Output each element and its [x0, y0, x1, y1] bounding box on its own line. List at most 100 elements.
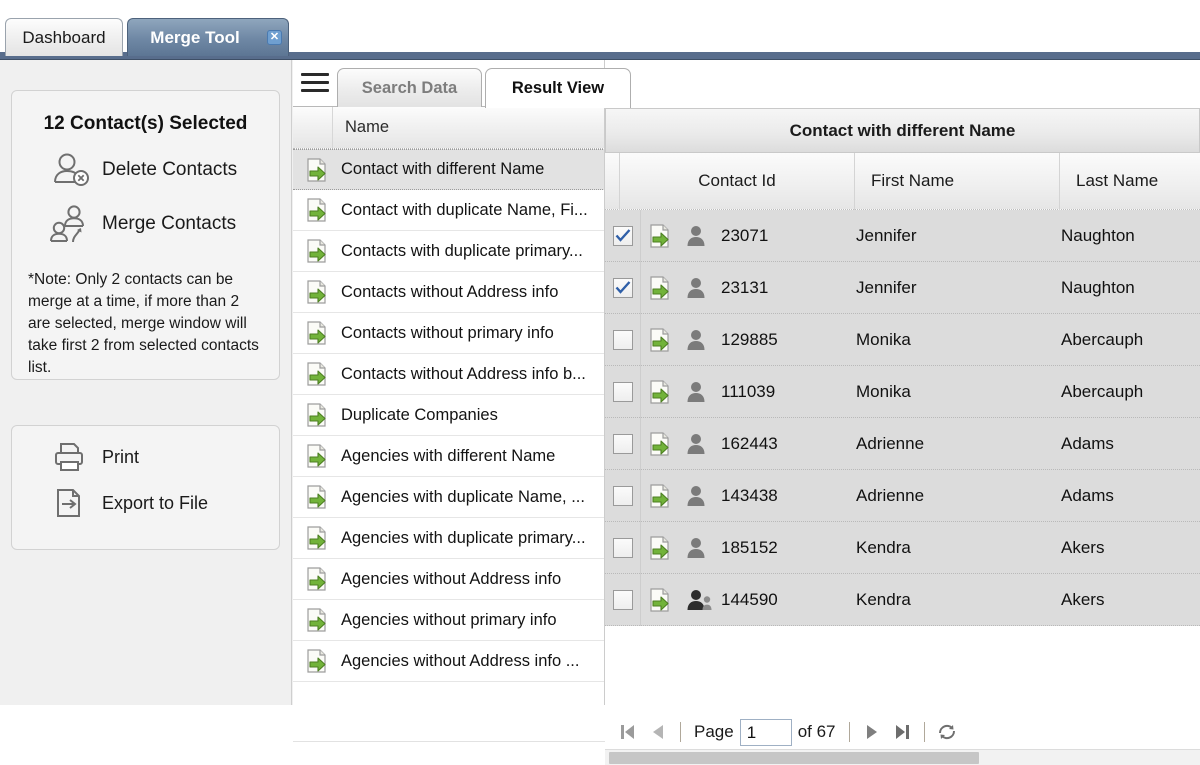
result-header-first-name[interactable]: First Name [855, 153, 1060, 210]
search-category-list[interactable]: Contact with different NameContact with … [293, 149, 605, 705]
result-header-checkbox-column [605, 153, 620, 210]
pager-divider-2 [849, 722, 850, 742]
row-document-arrow-icon[interactable] [641, 366, 679, 418]
list-item[interactable]: Contacts without Address info b... [293, 354, 605, 395]
result-header-last-name[interactable]: Last Name [1060, 153, 1200, 210]
row-checkbox-cell[interactable] [605, 210, 641, 262]
row-document-arrow-icon[interactable] [641, 418, 679, 470]
person-icon [679, 262, 719, 314]
cell-last-name: Abercauph [1045, 366, 1200, 418]
list-item[interactable]: Contact with different Name [293, 149, 605, 190]
row-document-arrow-icon[interactable] [641, 522, 679, 574]
row-checkbox-cell[interactable] [605, 522, 641, 574]
cell-last-name: Adams [1045, 418, 1200, 470]
person-icon [679, 314, 719, 366]
row-checkbox[interactable] [613, 382, 633, 402]
list-item[interactable]: Agencies with different Name [293, 436, 605, 477]
table-row[interactable]: 185152KendraAkers [605, 522, 1200, 574]
merge-note-text: *Note: Only 2 contacts can be merge at a… [28, 269, 263, 379]
row-document-arrow-icon[interactable] [641, 262, 679, 314]
last-page-icon[interactable] [887, 719, 917, 745]
page-total-label: of 67 [798, 722, 836, 742]
list-item[interactable]: Agencies without Address info [293, 559, 605, 600]
table-row[interactable]: 144590KendraAkers [605, 574, 1200, 626]
print-label: Print [102, 447, 139, 468]
row-checkbox-cell[interactable] [605, 314, 641, 366]
document-arrow-icon [305, 280, 329, 304]
horizontal-scrollbar[interactable] [605, 749, 1200, 765]
export-to-file-button[interactable]: Export to File [12, 488, 279, 518]
row-document-arrow-icon[interactable] [641, 470, 679, 522]
cell-first-name: Kendra [840, 574, 1045, 626]
list-item[interactable]: Contact with duplicate Name, Fi... [293, 190, 605, 231]
list-item-label: Duplicate Companies [341, 406, 498, 425]
refresh-icon[interactable] [932, 719, 962, 745]
document-arrow-icon [305, 198, 329, 222]
row-checkbox[interactable] [613, 486, 633, 506]
table-row[interactable]: 23131JenniferNaughton [605, 262, 1200, 314]
person-icon [679, 418, 719, 470]
document-arrow-icon [305, 403, 329, 427]
person-icon [679, 470, 719, 522]
result-header-contact-id[interactable]: Contact Id [620, 153, 855, 210]
page-label: Page [694, 722, 734, 742]
cell-last-name: Akers [1045, 574, 1200, 626]
cell-contact-id: 111039 [719, 366, 840, 418]
list-item[interactable]: Contacts with duplicate primary... [293, 231, 605, 272]
window-tab-strip: Dashboard Merge Tool ✕ [0, 0, 1200, 60]
table-row[interactable]: 111039MonikaAbercauph [605, 366, 1200, 418]
list-item[interactable]: Agencies with duplicate primary... [293, 518, 605, 559]
close-icon[interactable]: ✕ [267, 30, 282, 45]
tab-search-data[interactable]: Search Data [337, 68, 482, 108]
export-to-file-label: Export to File [102, 493, 208, 514]
list-item-label: Agencies with duplicate primary... [341, 529, 586, 548]
first-page-icon[interactable] [613, 719, 643, 745]
row-checkbox-cell[interactable] [605, 262, 641, 314]
list-item[interactable]: Contacts without Address info [293, 272, 605, 313]
table-row[interactable]: 129885MonikaAbercauph [605, 314, 1200, 366]
row-document-arrow-icon[interactable] [641, 574, 679, 626]
row-checkbox-cell[interactable] [605, 574, 641, 626]
horizontal-scrollbar-thumb[interactable] [609, 752, 979, 764]
list-item[interactable]: Agencies with duplicate Name, ... [293, 477, 605, 518]
row-checkbox[interactable] [613, 590, 633, 610]
print-button[interactable]: Print [12, 442, 279, 472]
cell-first-name: Jennifer [840, 262, 1045, 314]
document-arrow-icon [305, 608, 329, 632]
row-checkbox[interactable] [613, 434, 633, 454]
delete-contacts-button[interactable]: Delete Contacts [12, 151, 279, 189]
cell-contact-id: 143438 [719, 470, 840, 522]
list-item[interactable]: Contacts without primary info [293, 313, 605, 354]
row-document-arrow-icon[interactable] [641, 210, 679, 262]
window-tab-merge-tool[interactable]: Merge Tool ✕ [127, 18, 289, 56]
page-number-input[interactable]: 1 [740, 719, 792, 746]
list-item[interactable]: Agencies without Address info ... [293, 641, 605, 682]
hamburger-menu-icon[interactable] [301, 73, 329, 95]
row-checkbox-cell[interactable] [605, 470, 641, 522]
row-checkbox-cell[interactable] [605, 366, 641, 418]
table-row[interactable]: 143438AdrienneAdams [605, 470, 1200, 522]
list-item[interactable]: Agencies without primary info [293, 600, 605, 641]
row-checkbox[interactable] [613, 278, 633, 298]
row-checkbox-cell[interactable] [605, 418, 641, 470]
window-tab-dashboard[interactable]: Dashboard [5, 18, 123, 56]
next-page-icon[interactable] [857, 719, 887, 745]
tab-result-view[interactable]: Result View [485, 68, 631, 108]
table-row[interactable]: 162443AdrienneAdams [605, 418, 1200, 470]
people-group-icon [679, 574, 719, 626]
merge-contacts-button[interactable]: Merge Contacts [12, 205, 279, 243]
cell-first-name: Kendra [840, 522, 1045, 574]
list-item-label: Contacts without Address info [341, 283, 558, 302]
row-checkbox[interactable] [613, 330, 633, 350]
row-checkbox[interactable] [613, 226, 633, 246]
app-body: 12 Contact(s) Selected Delete Contacts [0, 60, 1200, 705]
pager-divider-1 [680, 722, 681, 742]
row-checkbox[interactable] [613, 538, 633, 558]
cell-first-name: Monika [840, 314, 1045, 366]
list-item[interactable]: Duplicate Companies [293, 395, 605, 436]
previous-page-icon[interactable] [643, 719, 673, 745]
window-tab-dashboard-label: Dashboard [22, 28, 105, 48]
row-document-arrow-icon[interactable] [641, 314, 679, 366]
table-row[interactable]: 23071JenniferNaughton [605, 210, 1200, 262]
document-arrow-icon [305, 567, 329, 591]
